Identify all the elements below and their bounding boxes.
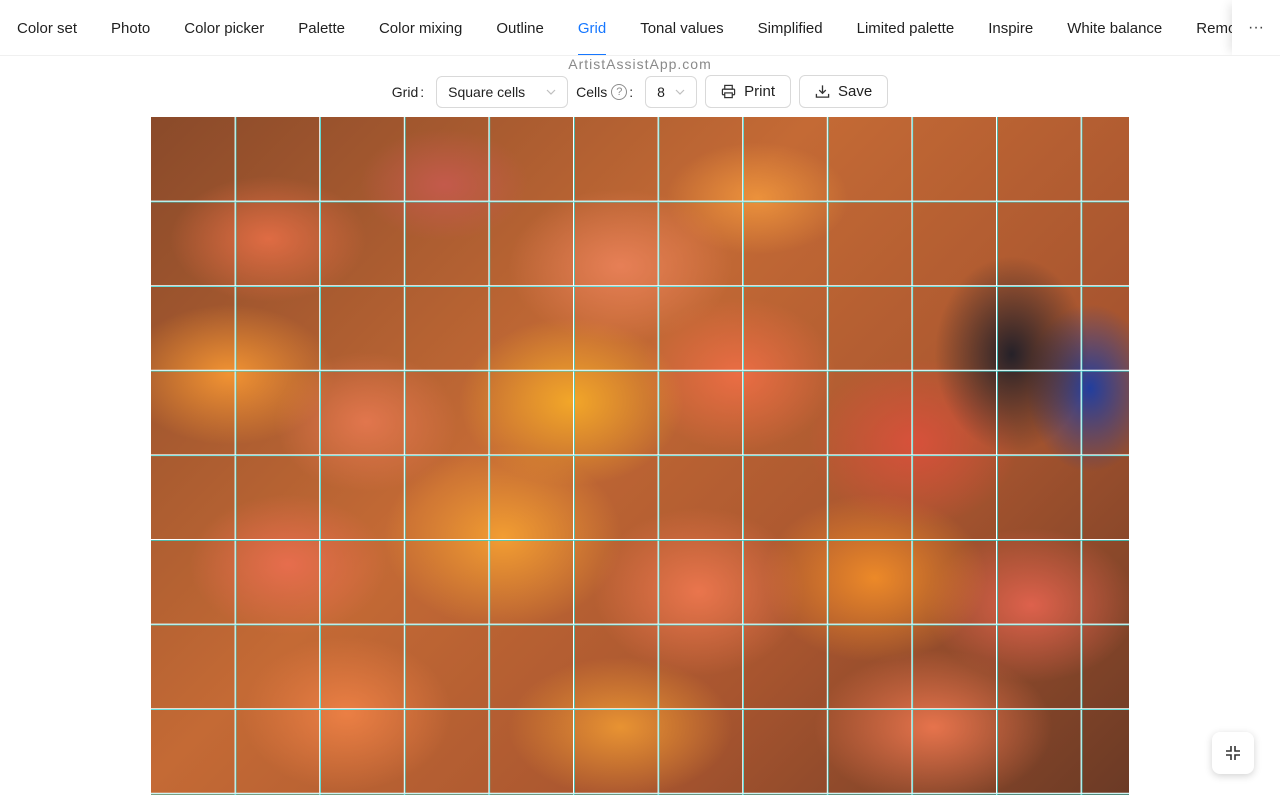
chevron-down-icon	[546, 89, 556, 95]
chevron-down-icon	[675, 89, 685, 95]
printer-icon	[721, 84, 736, 99]
tab-palette[interactable]: Palette	[281, 0, 362, 55]
tab-grid[interactable]: Grid	[561, 0, 623, 55]
tab-color-picker[interactable]: Color picker	[167, 0, 281, 55]
cells-count-value: 8	[657, 83, 665, 100]
grid-label: Grid:	[391, 83, 425, 100]
cells-count-select[interactable]: 8	[645, 75, 698, 108]
download-icon	[815, 85, 830, 98]
fullscreen-exit-icon	[1226, 746, 1240, 760]
tab-photo[interactable]: Photo	[94, 0, 167, 55]
more-tabs-button[interactable]: ···	[1232, 0, 1280, 55]
tab-simplified[interactable]: Simplified	[741, 0, 840, 55]
print-button[interactable]: Print	[705, 75, 791, 108]
ellipsis-icon: ···	[1248, 19, 1264, 36]
grid-overlay	[151, 117, 1129, 795]
tab-limited-palette[interactable]: Limited palette	[840, 0, 972, 55]
grid-type-value: Square cells	[448, 83, 526, 100]
grid-type-select[interactable]: Square cells	[436, 75, 569, 108]
tab-color-set[interactable]: Color set	[0, 0, 94, 55]
help-icon[interactable]: ?	[611, 83, 628, 100]
tab-list: Color set Photo Color picker Palette Color m…	[0, 0, 1269, 55]
tab-bar: Color set Photo Color picker Palette Color m…	[0, 0, 1280, 56]
tab-inspire[interactable]: Inspire	[971, 0, 1050, 55]
tab-tonal-values[interactable]: Tonal values	[623, 0, 740, 55]
print-label: Print	[744, 83, 775, 100]
tab-white-balance[interactable]: White balance	[1050, 0, 1179, 55]
tab-color-mixing[interactable]: Color mixing	[362, 0, 479, 55]
grid-toolbar: Grid: Square cells Cells ? : 8 Print Sav…	[0, 75, 1280, 108]
tab-outline[interactable]: Outline	[479, 0, 561, 55]
exit-fullscreen-button[interactable]	[1212, 732, 1254, 774]
save-button[interactable]: Save	[799, 75, 889, 108]
gridded-photo	[151, 117, 1129, 795]
cells-label: Cells ? :	[576, 83, 634, 100]
watermark: ArtistAssistApp.com	[568, 56, 712, 72]
save-label: Save	[838, 83, 873, 100]
